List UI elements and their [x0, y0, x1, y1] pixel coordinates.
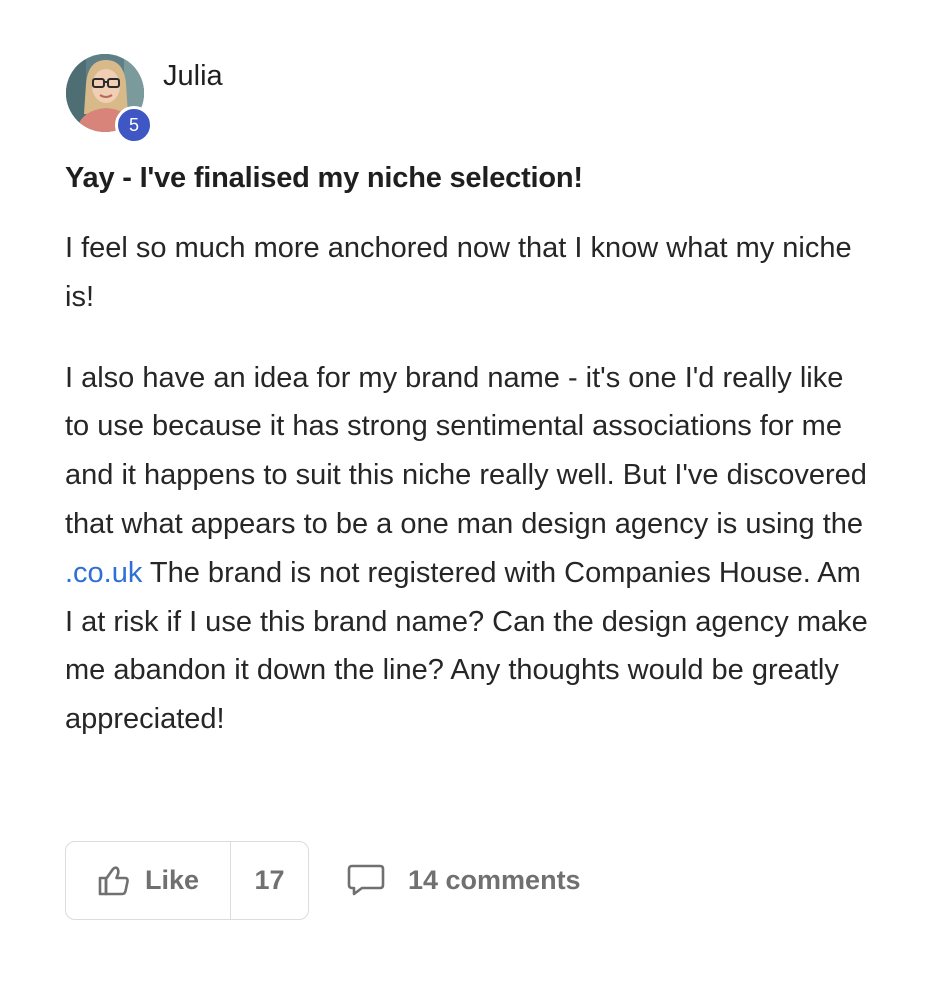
like-count[interactable]: 17 [231, 842, 308, 919]
author-name[interactable]: Julia [163, 60, 223, 93]
like-label: Like [144, 865, 200, 895]
post-card: 5 Julia Yay - I've finalised my niche se… [0, 0, 925, 988]
like-control: Like 17 [65, 841, 309, 920]
post-title: Yay - I've finalised my niche selection! [65, 162, 583, 194]
post-text: I also have an idea for my brand name - … [65, 361, 867, 540]
post-paragraph: I feel so much more anchored now that I … [65, 232, 852, 313]
post-text: The brand is not registered with Compani… [65, 556, 868, 736]
post-body: I feel so much more anchored now that I … [65, 224, 875, 744]
speech-bubble-icon [347, 864, 385, 896]
thumbs-up-icon [98, 865, 129, 895]
domain-link[interactable]: .co.uk [65, 557, 142, 589]
level-badge: 5 [115, 106, 153, 144]
like-button[interactable]: Like [66, 842, 231, 919]
post-paragraph: I also have an idea for my brand name - … [65, 354, 875, 744]
comments-count: 14 comments [408, 864, 581, 895]
comments-button[interactable]: 14 comments [346, 858, 581, 902]
